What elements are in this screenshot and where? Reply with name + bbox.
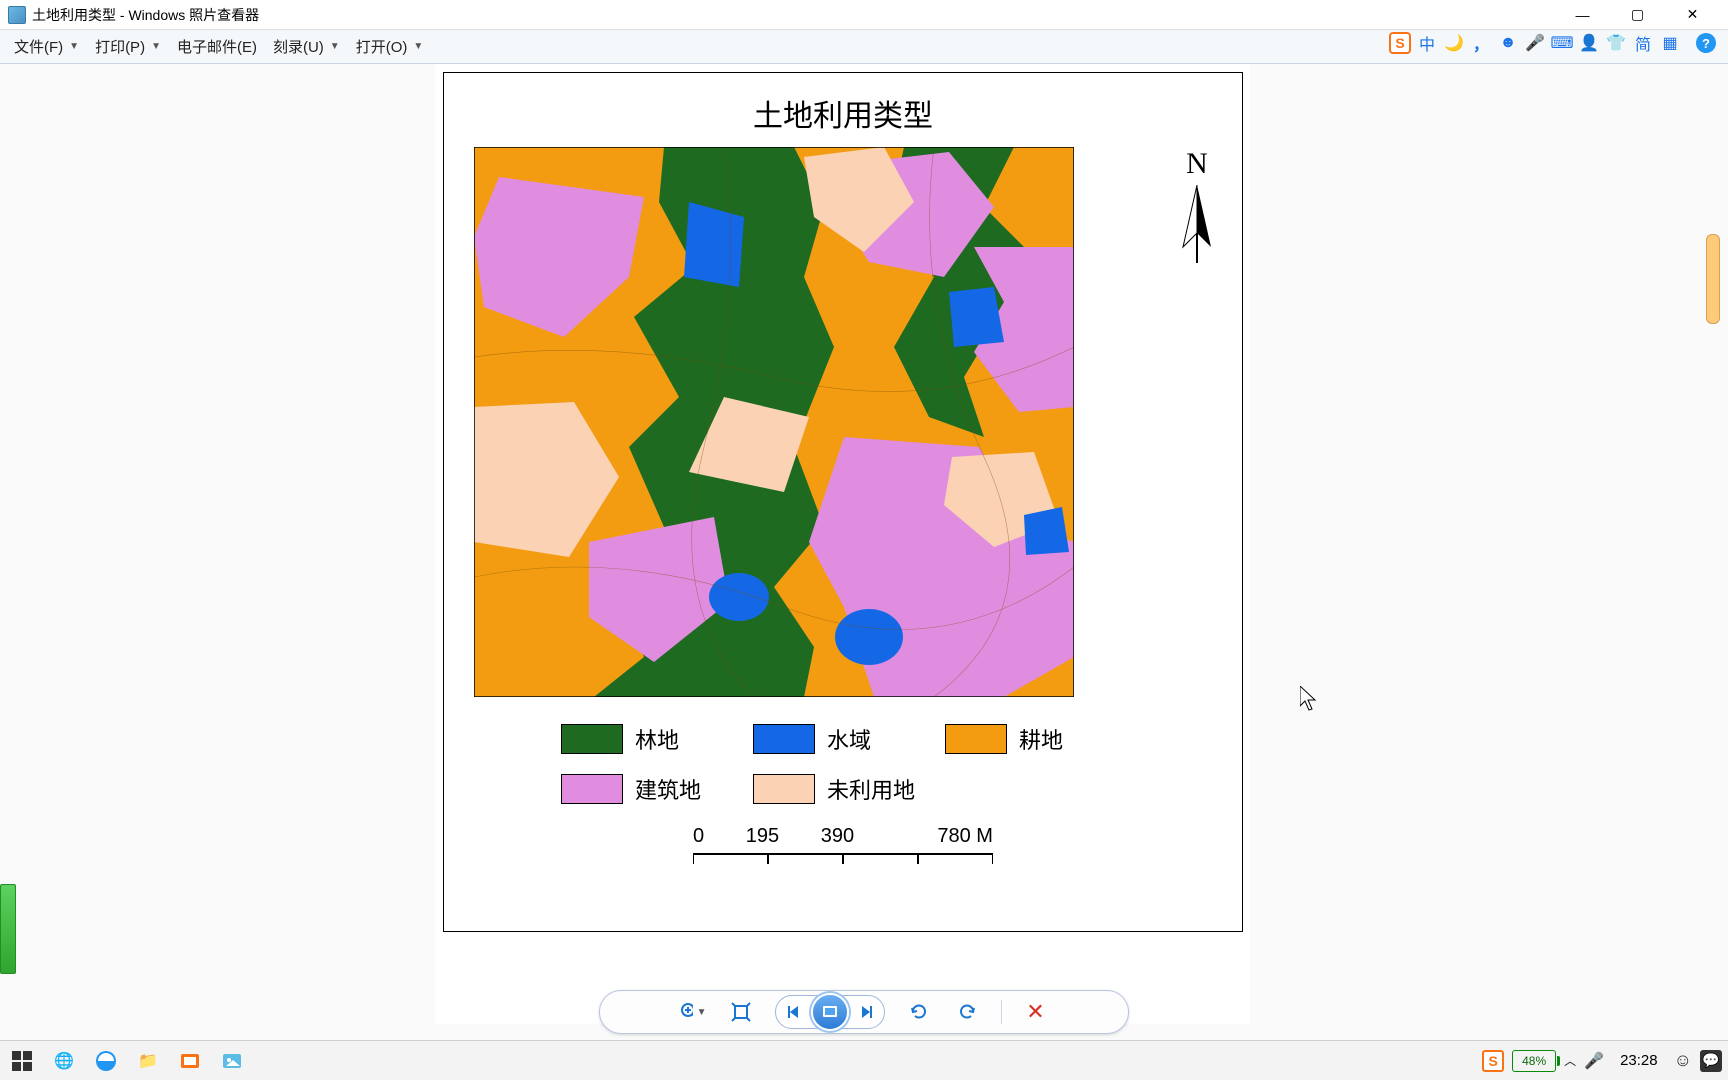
menu-print[interactable]: 打印(P) ▼ (89, 34, 167, 59)
app-icon (8, 6, 26, 24)
right-scroll-handle[interactable] (1706, 234, 1720, 324)
map-body: N (474, 147, 1212, 697)
nav-pill (775, 995, 885, 1029)
legend-item-forest: 林地 (561, 723, 741, 755)
map-document: 土地利用类型 (443, 72, 1243, 932)
legend-label: 建筑地 (635, 773, 701, 805)
scale-labels: 0 195 390 780 M (693, 825, 993, 848)
land-use-map (474, 147, 1074, 697)
battery-icon[interactable]: 48% (1512, 1050, 1556, 1072)
dropdown-arrow-icon: ▼ (330, 41, 340, 52)
legend-label: 耕地 (1019, 723, 1063, 755)
grid-icon[interactable]: ▦ (1659, 32, 1681, 54)
map-legend: 林地 水域 耕地 建筑地 未利用地 (561, 723, 1125, 805)
start-button[interactable] (6, 1045, 38, 1077)
scale-bar: 0 195 390 780 M (693, 825, 993, 875)
delete-button[interactable]: ✕ (1022, 998, 1050, 1026)
swatch-water (753, 724, 815, 754)
legend-label: 水域 (827, 723, 871, 755)
moon-icon[interactable]: 🌙 (1443, 32, 1465, 54)
scale-tick: 195 (746, 825, 779, 848)
ime-cn-icon[interactable]: 中 (1416, 32, 1438, 54)
menu-open-label: 打开(O) (356, 36, 408, 57)
photo-viewer-window: 土地利用类型 - Windows 照片查看器 — ▢ ✕ 文件(F) ▼ 打印(P… (0, 0, 1728, 1040)
menu-burn-label: 刻录(U) (273, 36, 324, 57)
dropdown-arrow-icon: ▼ (413, 41, 423, 52)
scale-tick: 390 (821, 825, 854, 848)
tray-chevron-up-icon[interactable]: ︿ (1564, 1052, 1576, 1069)
face-icon[interactable]: ☻ (1497, 32, 1519, 54)
dropdown-arrow-icon: ▼ (69, 41, 79, 52)
menu-email[interactable]: 电子邮件(E) (171, 34, 263, 59)
battery-label: 48% (1522, 1054, 1546, 1068)
mouse-cursor-icon (1300, 686, 1320, 712)
north-arrow: N (1177, 147, 1217, 268)
titlebar: 土地利用类型 - Windows 照片查看器 — ▢ ✕ (0, 0, 1728, 30)
menu-file[interactable]: 文件(F) ▼ (8, 34, 85, 59)
legend-label: 未利用地 (827, 773, 915, 805)
legend-label: 林地 (635, 723, 679, 755)
clock[interactable]: 23:28 (1620, 1052, 1658, 1069)
maximize-button[interactable]: ▢ (1610, 1, 1665, 29)
swatch-builtup (561, 774, 623, 804)
scale-tick: 780 M (937, 825, 993, 848)
tray-chat-icon[interactable]: ☺ (1674, 1050, 1692, 1071)
sogou-ime-icon[interactable]: S (1389, 32, 1411, 54)
menubar: 文件(F) ▼ 打印(P) ▼ 电子邮件(E) 刻录(U) ▼ 打开(O) ▼ S 中 … (0, 30, 1728, 64)
rotate-ccw-button[interactable] (905, 998, 933, 1026)
tray-sogou-icon[interactable]: S (1482, 1050, 1504, 1072)
separator (1001, 1000, 1002, 1024)
fit-button[interactable] (727, 998, 755, 1026)
taskbar[interactable]: 🌐 📁 S 48% ︿ 🎤 23:28 ☺ 💬 (0, 1040, 1728, 1080)
user-icon[interactable]: 👤 (1578, 32, 1600, 54)
north-label: N (1177, 147, 1217, 181)
ime-tray: S 中 🌙 ， ☻ 🎤 ⌨ 👤 👕 简 ▦ ? (1389, 32, 1716, 54)
swatch-unused (753, 774, 815, 804)
tray-mic-icon[interactable]: 🎤 (1584, 1051, 1604, 1071)
skin-icon[interactable]: 👕 (1605, 32, 1627, 54)
mic-icon[interactable]: 🎤 (1524, 32, 1546, 54)
system-tray: S 48% ︿ 🎤 23:28 ☺ 💬 (1482, 1050, 1722, 1072)
keyboard-icon[interactable]: ⌨ (1551, 32, 1573, 54)
swatch-cropland (945, 724, 1007, 754)
photo-toolbar: ▼ ✕ (599, 990, 1129, 1034)
menu-file-label: 文件(F) (14, 36, 63, 57)
scale-tick: 0 (693, 825, 704, 848)
legend-item-builtup: 建筑地 (561, 773, 741, 805)
taskbar-photos-icon[interactable] (216, 1045, 248, 1077)
rotate-cw-button[interactable] (953, 998, 981, 1026)
menu-open[interactable]: 打开(O) ▼ (350, 34, 430, 59)
left-strip (0, 884, 16, 974)
next-button[interactable] (856, 998, 876, 1026)
dropdown-arrow-icon: ▼ (697, 1007, 707, 1018)
close-button[interactable]: ✕ (1665, 1, 1720, 29)
notification-center-icon[interactable]: 💬 (1700, 1050, 1722, 1072)
dropdown-arrow-icon: ▼ (151, 41, 161, 52)
slideshow-button[interactable] (811, 993, 849, 1031)
window-controls: — ▢ ✕ (1555, 1, 1720, 29)
legend-item-water: 水域 (753, 723, 933, 755)
minimize-button[interactable]: — (1555, 1, 1610, 29)
legend-item-cropland: 耕地 (945, 723, 1125, 755)
taskbar-app-icon[interactable] (174, 1045, 206, 1077)
taskbar-globe-icon[interactable]: 🌐 (48, 1045, 80, 1077)
menu-email-label: 电子邮件(E) (177, 36, 257, 57)
map-title: 土地利用类型 (753, 91, 933, 135)
photo-viewer-content: 土地利用类型 (0, 64, 1728, 1040)
window-title: 土地利用类型 - Windows 照片查看器 (32, 5, 1549, 25)
scale-bar-graphic (693, 852, 993, 870)
legend-item-unused: 未利用地 (753, 773, 933, 805)
north-arrow-icon (1177, 185, 1217, 263)
swatch-forest (561, 724, 623, 754)
menu-burn[interactable]: 刻录(U) ▼ (267, 34, 346, 59)
prev-button[interactable] (784, 998, 804, 1026)
photo-surface: 土地利用类型 (435, 64, 1250, 1024)
taskbar-explorer-icon[interactable]: 📁 (132, 1045, 164, 1077)
zoom-button[interactable]: ▼ (679, 998, 707, 1026)
taskbar-edge-icon[interactable] (90, 1045, 122, 1077)
punct-icon[interactable]: ， (1470, 32, 1492, 54)
help-icon[interactable]: ? (1696, 33, 1716, 53)
menu-print-label: 打印(P) (95, 36, 145, 57)
ime-jian-icon[interactable]: 简 (1632, 32, 1654, 54)
